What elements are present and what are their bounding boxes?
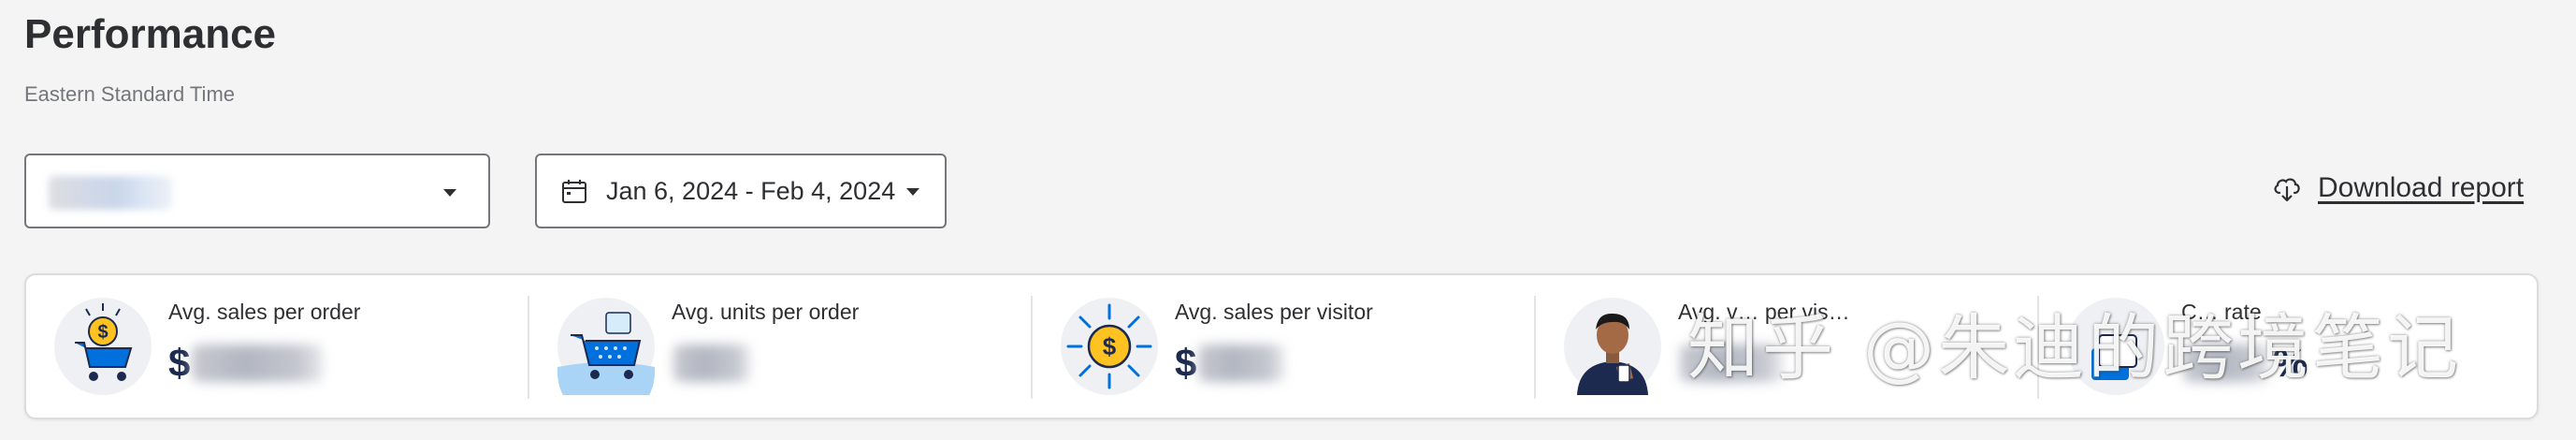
cart-box-icon xyxy=(557,298,655,421)
calendar-icon xyxy=(562,180,586,203)
metric-value xyxy=(672,335,750,391)
cart-coin-icon: $ xyxy=(54,298,152,395)
svg-text:$: $ xyxy=(97,322,108,343)
download-report-link[interactable]: Download report xyxy=(2271,172,2524,204)
metric-value-redacted xyxy=(192,345,324,382)
metric-value: $ xyxy=(168,335,324,391)
watermark-text: 知乎 @朱迪的跨境笔记 xyxy=(1687,306,2463,389)
metric-value: $ xyxy=(1175,335,1285,391)
download-report-label: Download report xyxy=(2318,172,2525,203)
date-range-label: Jan 6, 2024 - Feb 4, 2024 xyxy=(606,176,896,205)
performance-page: Performance Eastern Standard Time Jan 6,… xyxy=(0,0,2576,440)
metric-avg-units-per-order[interactable]: Avg. units per order xyxy=(529,275,1033,421)
metric-avg-sales-per-order[interactable]: $ Avg. sales per order $ xyxy=(26,275,529,418)
metric-label: Avg. sales per visitor xyxy=(1175,300,1373,324)
caret-down-icon xyxy=(906,188,920,196)
store-select-value-redacted xyxy=(49,176,172,210)
person-phone-icon xyxy=(1564,298,1661,395)
coin-sun-icon: $ xyxy=(1061,298,1158,395)
metric-label: Avg. units per order xyxy=(672,300,860,324)
cloud-download-icon xyxy=(2274,178,2300,202)
metric-label: Avg. sales per order xyxy=(168,300,361,324)
svg-text:$: $ xyxy=(1103,332,1117,360)
page-title: Performance xyxy=(24,11,277,57)
metric-avg-sales-per-visitor[interactable]: $ Avg. sales per visitor $ xyxy=(1033,275,1536,418)
currency-symbol: $ xyxy=(1175,341,1197,385)
date-range-picker[interactable]: Jan 6, 2024 - Feb 4, 2024 xyxy=(535,154,947,228)
timezone-label: Eastern Standard Time xyxy=(24,82,236,106)
currency-symbol: $ xyxy=(168,341,191,385)
caret-down-icon xyxy=(443,189,456,197)
store-select[interactable] xyxy=(24,154,490,228)
metric-value-redacted xyxy=(673,345,750,382)
metric-value-redacted xyxy=(1198,345,1285,382)
